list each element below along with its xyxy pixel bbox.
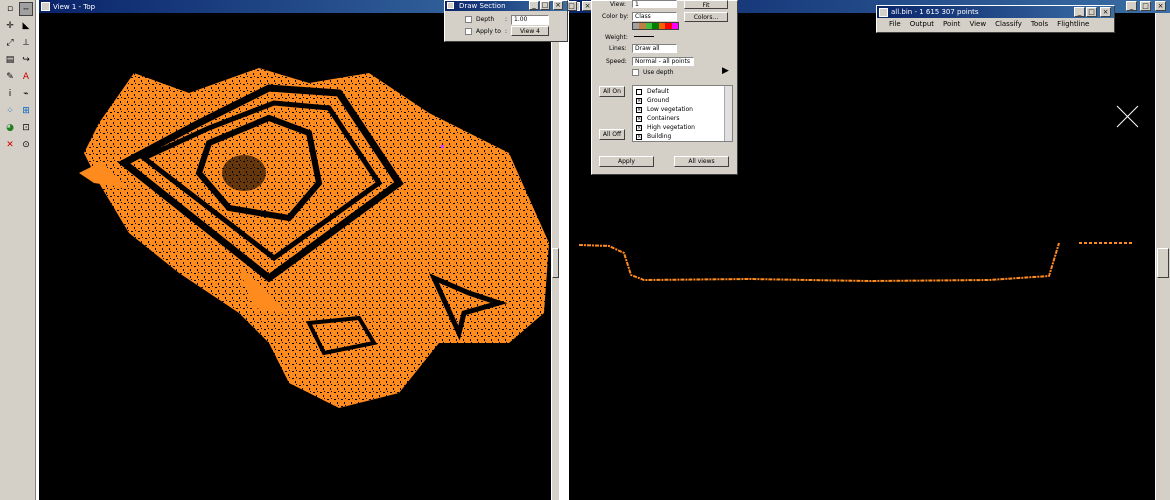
point-cloud-top <box>79 68 549 408</box>
view2-scrollbar[interactable] <box>1155 13 1170 500</box>
draw-section-minimize[interactable]: _ <box>529 1 539 10</box>
weight-line[interactable] <box>634 36 654 37</box>
depth-checkbox[interactable] <box>465 16 472 23</box>
speed-label: Speed: <box>606 58 627 65</box>
info-icon[interactable]: ⅰ <box>3 87 17 101</box>
grid-icon[interactable]: ⊞ <box>19 104 33 118</box>
class-list-item[interactable]: × Ground <box>636 97 669 104</box>
menu-tools[interactable]: Tools <box>1031 20 1048 28</box>
apply-to-label: Apply to <box>476 28 501 35</box>
view-input[interactable]: 1 <box>632 0 677 8</box>
menu-classify[interactable]: Classify <box>995 20 1022 28</box>
draw-line-icon[interactable]: ╌ <box>19 2 33 16</box>
cross-icon[interactable]: ✛ <box>3 19 17 33</box>
color-swatch-bar <box>632 22 679 30</box>
zoom-icon[interactable]: ⊙ <box>19 138 33 152</box>
all-views-button[interactable]: All views <box>674 156 729 167</box>
menu-bar: File Output Point View Classify Tools Flightli… <box>889 20 1098 28</box>
class-list-item[interactable]: × Building <box>636 133 671 140</box>
point-select-icon[interactable]: ▫ <box>3 2 17 16</box>
speed-select[interactable]: Normal - all points <box>632 57 694 66</box>
depth-input[interactable]: 1.00 <box>511 15 549 25</box>
class-label: Containers <box>647 115 680 122</box>
menu-view[interactable]: View <box>969 20 986 28</box>
color-swatch <box>671 23 678 29</box>
class-checkbox[interactable]: × <box>636 97 642 104</box>
use-depth-checkbox[interactable] <box>632 69 639 76</box>
class-checkbox[interactable] <box>636 88 642 95</box>
color-by-select[interactable]: Class <box>632 12 677 21</box>
view2-minimize-button[interactable]: _ <box>1126 1 1137 11</box>
menu-point[interactable]: Point <box>943 20 960 28</box>
class-checkbox[interactable]: × <box>636 124 642 131</box>
menu-output[interactable]: Output <box>910 20 934 28</box>
app-icon <box>41 2 50 11</box>
main-minimize[interactable]: _ <box>1074 7 1085 17</box>
view1-canvas[interactable] <box>39 13 551 500</box>
apply-to-view-button[interactable]: View 4 <box>511 26 549 36</box>
expand-arrow-icon[interactable]: ▶ <box>722 66 729 76</box>
text-icon[interactable]: A <box>19 70 33 84</box>
fit-button[interactable]: Fit <box>684 0 728 9</box>
view1-title: View 1 - Top <box>53 2 96 11</box>
view2-close-button[interactable]: × <box>1155 1 1166 11</box>
polyline-icon[interactable]: ⤢ <box>3 36 17 50</box>
draw-section-maximize[interactable]: □ <box>540 1 550 10</box>
view1-scrollbar[interactable] <box>551 13 559 500</box>
measure-icon[interactable]: ⟂ <box>19 36 33 50</box>
color-by-label: Color by: <box>602 13 629 20</box>
use-depth-label: Use depth <box>643 69 674 76</box>
class-list-item[interactable]: Default <box>636 88 669 95</box>
view2-maximize-button[interactable]: □ <box>1140 1 1151 11</box>
class-label: High vegetation <box>647 124 695 131</box>
path-icon[interactable]: ⌁ <box>19 87 33 101</box>
class-list-item[interactable]: × Low vegetation <box>636 106 693 113</box>
class-list-scrollbar[interactable] <box>724 86 732 141</box>
class-checkbox[interactable]: × <box>636 106 642 113</box>
main-window: all.bin - 1 615 307 points _ □ × File Out… <box>876 5 1115 33</box>
draw-section-dialog: Draw Section _ □ × Depth : 1.00 Apply to… <box>444 0 568 42</box>
paint-icon[interactable]: ✎ <box>3 70 17 84</box>
class-label: Default <box>647 88 669 95</box>
main-close[interactable]: × <box>1100 7 1111 17</box>
palette-icon[interactable]: ◕ <box>3 121 17 135</box>
apply-colon: : <box>505 28 508 35</box>
class-list-item[interactable]: × High vegetation <box>636 124 695 131</box>
all-on-button[interactable]: All On <box>599 86 625 97</box>
menu-file[interactable]: File <box>889 20 901 28</box>
app-icon <box>879 8 888 17</box>
apply-to-checkbox[interactable] <box>465 28 472 35</box>
apply-button[interactable]: Apply <box>599 156 654 167</box>
tool-palette: ▫ ╌ ✛ ◣ ⤢ ⟂ ▤ ↪ ✎ Aⅰ ⌁ ⁘ ⊞ ◕ ⊡ ✕ ⊙ <box>0 0 36 500</box>
distribute-icon[interactable]: ⁘ <box>3 104 17 118</box>
class-list-item[interactable]: × Containers <box>636 115 679 122</box>
class-list[interactable]: Default × Ground × Low vegetation × Containers… <box>632 85 733 142</box>
lines-label: Lines: <box>609 45 627 52</box>
app-icon <box>447 2 454 9</box>
main-title: all.bin - 1 615 307 points <box>891 8 979 16</box>
colors-button[interactable]: Colors... <box>684 12 728 22</box>
main-maximize[interactable]: □ <box>1086 7 1097 17</box>
menu-flightline[interactable]: Flightline <box>1057 20 1089 28</box>
class-checkbox[interactable]: × <box>636 115 642 122</box>
depth-label: Depth <box>476 16 495 23</box>
class-label: Ground <box>647 97 670 104</box>
class-label: Low vegetation <box>647 106 693 113</box>
class-checkbox[interactable]: × <box>636 133 642 140</box>
view-label: View: <box>610 1 626 8</box>
display-dialog: View: 1 Fit Color by: Class Colors... We… <box>591 0 738 175</box>
lines-select[interactable]: Draw all <box>632 44 677 53</box>
window-icon[interactable]: ▤ <box>3 53 17 67</box>
class-label: Building <box>647 133 672 140</box>
fit-icon[interactable]: ⊡ <box>19 121 33 135</box>
draw-section-close[interactable]: × <box>553 1 563 10</box>
triangle-icon[interactable]: ◣ <box>19 19 33 33</box>
depth-colon: : <box>505 16 508 23</box>
delete-icon[interactable]: ✕ <box>3 138 17 152</box>
weight-label: Weight: <box>605 34 628 41</box>
all-off-button[interactable]: All Off <box>599 129 625 140</box>
draw-section-title: Draw Section <box>459 2 506 10</box>
curve-icon[interactable]: ↪ <box>19 53 33 67</box>
